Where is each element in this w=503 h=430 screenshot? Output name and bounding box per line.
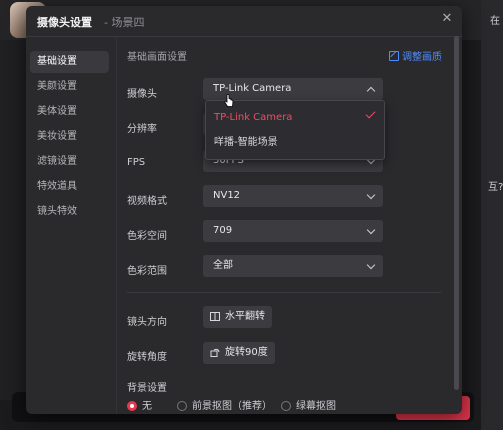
dialog-title: 摄像头设置 [37,16,92,29]
chevron-down-icon [367,255,375,277]
video-format-label: 视频格式 [127,196,167,207]
color-range-select[interactable]: 全部 [203,255,383,277]
resolution-label: 分辨率 [127,124,157,135]
fps-label: FPS [127,157,146,168]
background-left-panel [0,40,26,400]
dialog-header: 摄像头设置 - 场景四 ✕ [26,6,462,36]
background-option-foreground[interactable]: 前景抠图（推荐） [177,400,272,414]
background-option-foreground-label: 前景抠图（推荐） [192,401,272,412]
settings-content: 基础画面设置 调整画质 摄像头 TP-Link Camera 分辨率 FPS 3… [117,37,462,414]
flip-horizontal-label: 水平翻转 [225,311,265,322]
sidebar-item-effects[interactable]: 特效道具 [30,176,109,198]
dialog-subtitle: - 场景四 [104,16,145,29]
camera-dropdown-menu: TP-Link Camera 咩播-智能场景 [205,100,385,160]
hand-cursor-icon [224,94,234,107]
sidebar-item-lens-effects[interactable]: 镜头特效 [30,201,109,223]
background-option-none[interactable]: 无 [127,400,152,414]
chevron-up-icon [367,78,375,100]
color-space-value: 709 [213,225,233,236]
rotate-90-label: 旋转90度 [225,347,268,358]
color-space-select[interactable]: 709 [203,220,383,242]
background-settings-label: 背景设置 [127,383,167,394]
camera-option-tplink-label: TP-Link Camera [214,112,293,123]
adjust-quality-label: 调整画质 [402,52,442,63]
sidebar-item-beauty[interactable]: 美颜设置 [30,76,109,98]
background-right-text: 在 [490,16,500,27]
color-range-value: 全部 [213,260,233,271]
camera-label: 摄像头 [127,89,157,100]
rotate-icon [210,348,220,357]
background-option-none-label: 无 [142,401,152,412]
rotation-label: 旋转角度 [127,352,167,363]
color-space-label: 色彩空间 [127,231,167,242]
camera-option-smart-scene[interactable]: 咩播-智能场景 [206,130,384,155]
sidebar-item-body[interactable]: 美体设置 [30,101,109,123]
settings-sidebar: 基础设置 美颜设置 美体设置 美妆设置 滤镜设置 特效道具 镜头特效 [26,37,116,414]
rotate-90-button[interactable]: 旋转90度 [203,342,275,364]
background-right-panel [481,0,503,430]
background-option-greenscreen[interactable]: 绿幕抠图 [281,400,336,414]
content-scrollbar[interactable] [454,36,459,390]
camera-settings-dialog: 摄像头设置 - 场景四 ✕ 基础设置 美颜设置 美体设置 美妆设置 滤镜设置 特… [26,6,462,414]
radio-icon [177,401,187,411]
video-format-value: NV12 [213,190,241,201]
lens-direction-label: 镜头方向 [127,317,167,328]
sidebar-item-filter[interactable]: 滤镜设置 [30,151,109,173]
flip-icon [210,312,220,321]
close-icon[interactable]: ✕ [440,12,454,26]
camera-select-value: TP-Link Camera [213,83,292,94]
section-title: 基础画面设置 [127,52,187,63]
adjust-quality-link[interactable]: 调整画质 [389,48,442,63]
checkmark-icon [365,108,376,119]
background-right-text-2: 互? [488,182,503,193]
camera-option-smart-scene-label: 咩播-智能场景 [214,137,278,148]
chevron-down-icon [367,185,375,207]
video-format-select[interactable]: NV12 [203,185,383,207]
background-options: 无 前景抠图（推荐） 绿幕抠图 [127,400,457,414]
background-option-greenscreen-label: 绿幕抠图 [296,401,336,412]
section-divider [127,292,441,293]
edit-icon [389,51,399,61]
camera-option-tplink[interactable]: TP-Link Camera [206,105,384,130]
radio-icon [127,401,137,411]
flip-horizontal-button[interactable]: 水平翻转 [203,306,272,328]
radio-icon [281,401,291,411]
chevron-down-icon [367,220,375,242]
sidebar-item-makeup[interactable]: 美妆设置 [30,126,109,148]
color-range-label: 色彩范围 [127,266,167,277]
sidebar-item-basic[interactable]: 基础设置 [30,51,109,73]
